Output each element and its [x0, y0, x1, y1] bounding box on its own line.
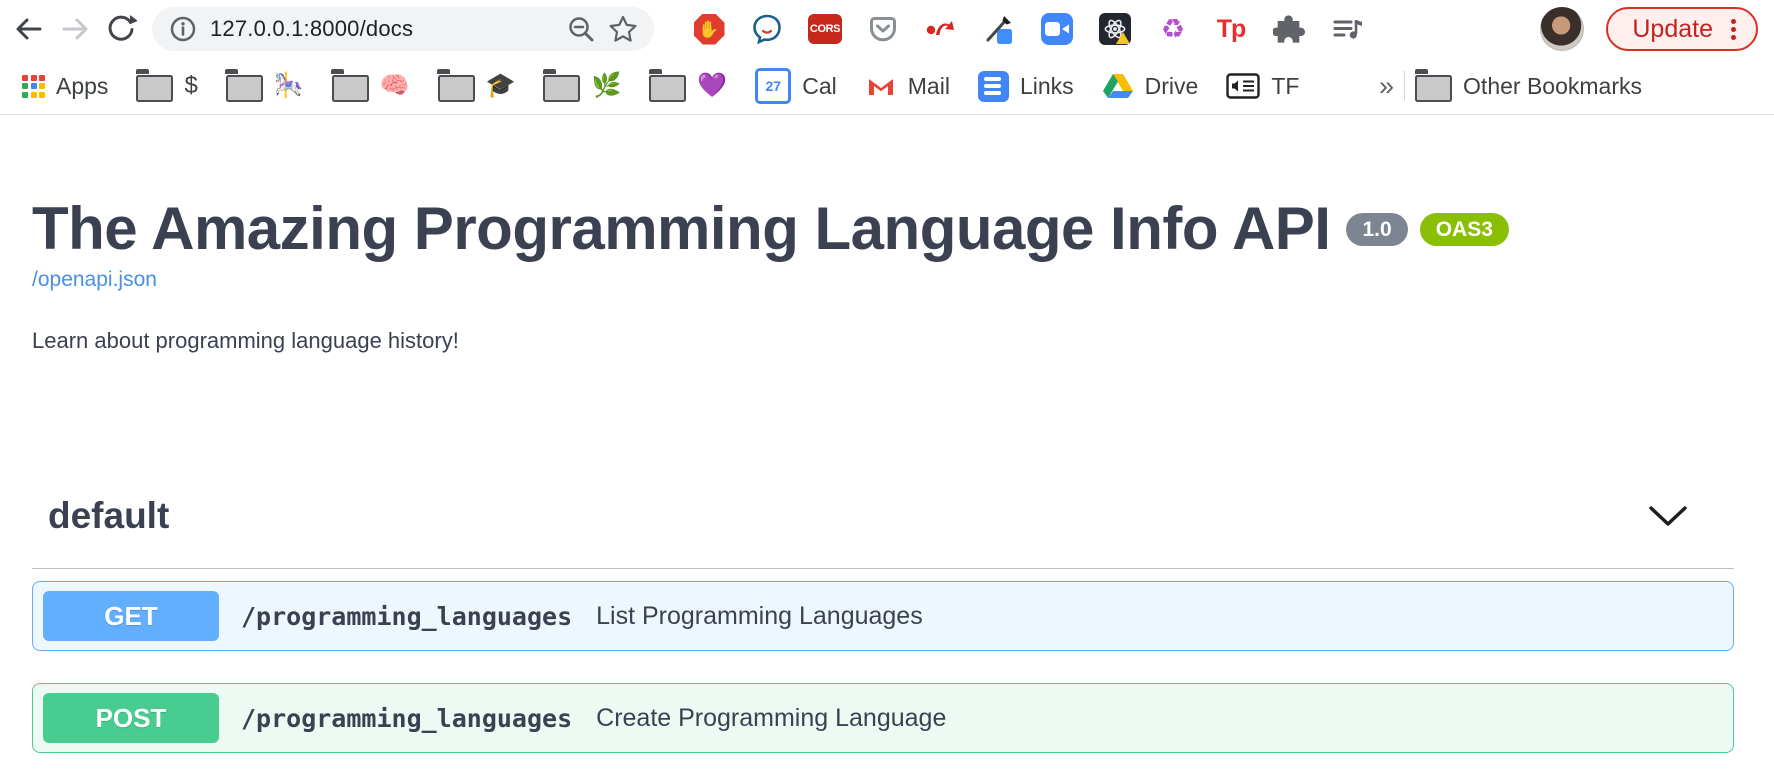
chevron-down-icon[interactable] [1648, 505, 1688, 527]
openapi-json-link[interactable]: /openapi.json [32, 268, 157, 292]
back-arrow-icon [12, 13, 46, 45]
warning-triangle-icon [1116, 32, 1130, 44]
forward-arrow-icon [58, 13, 92, 45]
bookmark-mail[interactable]: Mail [865, 73, 950, 100]
calendar-icon: 27 [755, 68, 791, 104]
update-button[interactable]: Update [1606, 7, 1758, 51]
bookmark-calendar[interactable]: 27 Cal [755, 68, 837, 104]
apps-grid-icon [22, 75, 45, 98]
folder-name: 🎠 [274, 74, 304, 98]
folder-icon [226, 75, 263, 102]
folder-icon [543, 75, 580, 102]
folder-name: 🧠 [380, 74, 410, 98]
endpoint-row-get-programming-languages[interactable]: GET /programming_languages List Programm… [32, 581, 1734, 651]
reload-icon [105, 13, 137, 45]
extensions-puzzle-icon[interactable] [1272, 12, 1306, 46]
bookmark-folder-carousel[interactable]: 🎠 [226, 70, 304, 102]
folder-icon [438, 75, 475, 102]
site-info-icon[interactable] [168, 14, 198, 44]
endpoint-path: /programming_languages [241, 602, 572, 631]
section-title: default [48, 494, 169, 538]
method-badge: POST [43, 693, 219, 743]
bookmarks-bar: Apps $ 🎠 🧠 🎓 🌿 💜 27 Cal Mail Links Drive… [0, 58, 1774, 115]
endpoint-row-post-programming-languages[interactable]: POST /programming_languages Create Progr… [32, 683, 1734, 753]
tf-card-icon [1226, 73, 1260, 99]
update-label: Update [1632, 15, 1713, 44]
zoom-out-icon[interactable] [566, 14, 596, 44]
bookmark-label: Apps [56, 73, 108, 100]
browser-menu-dots-icon[interactable] [1731, 27, 1736, 32]
folder-icon [136, 75, 173, 102]
hand-glyph: ✋ [698, 21, 719, 38]
api-description: Learn about programming language history… [32, 328, 1734, 354]
calendar-day: 27 [765, 78, 781, 94]
bookmark-folder-purple-heart[interactable]: 💜 [649, 70, 727, 102]
oas3-badge: OAS3 [1420, 213, 1509, 246]
drive-icon [1102, 72, 1134, 100]
back-button[interactable] [6, 6, 52, 52]
zoom-extension-icon[interactable] [1040, 12, 1074, 46]
cors-extension-icon[interactable]: CORS [808, 12, 842, 46]
reload-button[interactable] [98, 6, 144, 52]
address-bar[interactable]: 127.0.0.1:8000/docs [152, 7, 654, 51]
bookmark-label: Mail [908, 73, 950, 100]
bookmark-label: Other Bookmarks [1463, 73, 1642, 100]
url-text[interactable]: 127.0.0.1:8000/docs [210, 16, 554, 42]
endpoint-path: /programming_languages [241, 704, 572, 733]
default-section: default GET /programming_languages List … [32, 494, 1734, 753]
swagger-docs-page: The Amazing Programming Language Info AP… [0, 115, 1774, 753]
bookmark-star-icon[interactable] [608, 14, 638, 44]
browser-toolbar: 127.0.0.1:8000/docs ✋ CORS ♻ Tp [0, 0, 1774, 58]
folder-icon [1415, 75, 1452, 102]
adblock-extension-icon[interactable]: ✋ [692, 12, 726, 46]
pocket-extension-icon[interactable] [866, 12, 900, 46]
bookmarks-overflow-chevron[interactable]: » [1379, 71, 1394, 102]
bookmark-folder-herb[interactable]: 🌿 [543, 70, 621, 102]
section-header[interactable]: default [32, 494, 1734, 569]
react-devtools-extension-icon[interactable] [1098, 12, 1132, 46]
folder-name: 🌿 [591, 74, 621, 98]
bookmark-apps[interactable]: Apps [22, 73, 108, 100]
bookmarks-divider [1404, 71, 1405, 101]
bookmark-label: Links [1020, 73, 1074, 100]
bookmark-tf[interactable]: TF [1226, 73, 1299, 100]
folder-icon [332, 75, 369, 102]
folder-name: 🎓 [486, 74, 516, 98]
extensions-row: ✋ CORS ♻ Tp [692, 12, 1364, 46]
bookmark-links[interactable]: Links [978, 71, 1074, 102]
version-badge: 1.0 [1346, 213, 1407, 246]
teleparty-extension-icon[interactable]: Tp [1214, 12, 1248, 46]
red-arrow-extension-icon[interactable] [924, 12, 958, 46]
forward-button[interactable] [52, 6, 98, 52]
folder-icon [649, 75, 686, 102]
folder-name: $ [184, 74, 197, 98]
bookmark-folder-grad-cap[interactable]: 🎓 [438, 70, 516, 102]
links-icon [978, 71, 1009, 102]
playlist-extension-icon[interactable] [1330, 12, 1364, 46]
chat-bubble-extension-icon[interactable] [750, 12, 784, 46]
color-picker-extension-icon[interactable] [982, 12, 1016, 46]
bookmark-other-bookmarks[interactable]: Other Bookmarks [1415, 70, 1642, 102]
page-title: The Amazing Programming Language Info AP… [32, 197, 1330, 260]
folder-name: 💜 [697, 74, 727, 98]
profile-avatar[interactable] [1540, 7, 1584, 51]
bookmark-folder-dollar[interactable]: $ [136, 70, 197, 102]
bookmark-folder-brain[interactable]: 🧠 [332, 70, 410, 102]
bookmark-drive[interactable]: Drive [1102, 72, 1199, 100]
method-badge: GET [43, 591, 219, 641]
endpoint-summary: List Programming Languages [596, 602, 923, 631]
bookmark-label: TF [1271, 73, 1299, 100]
bookmark-label: Cal [802, 73, 837, 100]
gmail-icon [865, 73, 897, 99]
bookmark-label: Drive [1145, 73, 1199, 100]
endpoint-summary: Create Programming Language [596, 704, 946, 733]
recycle-extension-icon[interactable]: ♻ [1156, 12, 1190, 46]
